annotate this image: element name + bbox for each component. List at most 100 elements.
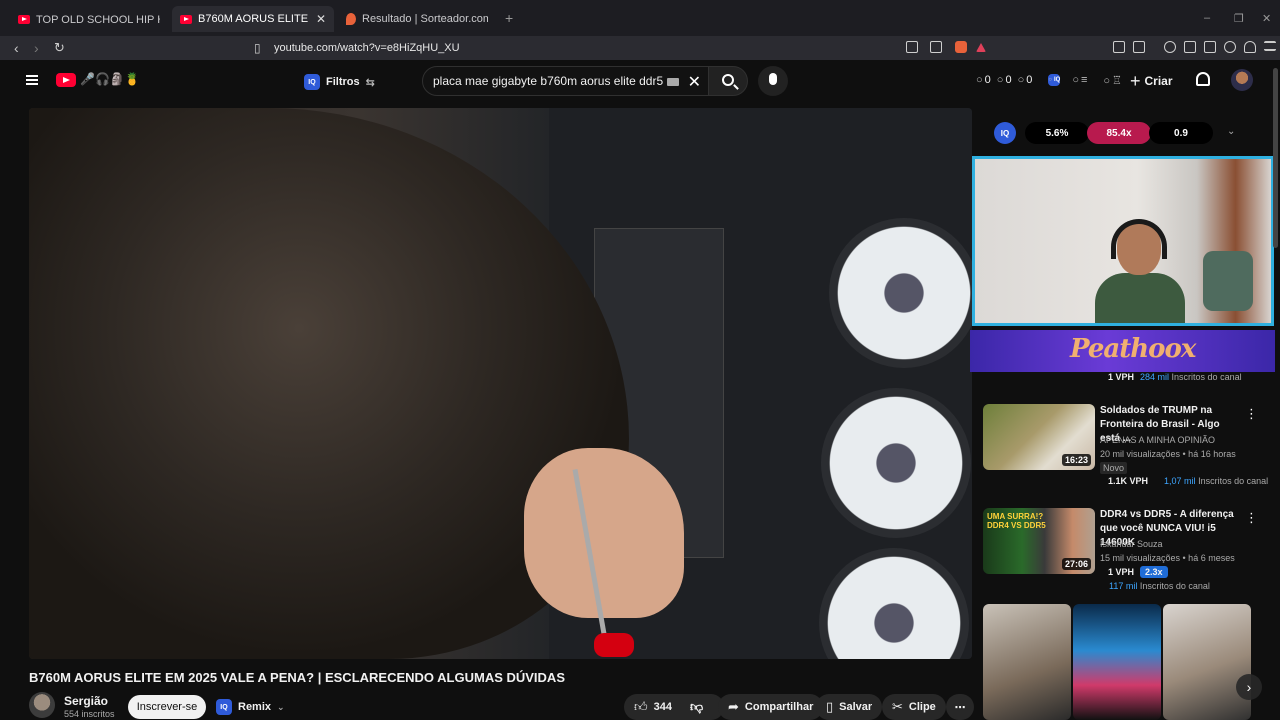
short-thumbnail[interactable] <box>983 604 1071 720</box>
rec-stats: 1 VPH 2.3x <box>1108 566 1168 578</box>
browser-tabbar: TOP OLD SCHOOL HIP HOP🔥🔥 Ice B760M AORUS… <box>0 0 1280 36</box>
keyboard-icon[interactable] <box>667 78 679 86</box>
share-label: Compartilhar <box>744 701 814 713</box>
search-input[interactable]: placa mae gigabyte b760m aorus elite ddr… <box>422 66 710 96</box>
streamer-name: Peathoox <box>1070 334 1196 364</box>
back-icon[interactable]: ‹ <box>14 40 19 56</box>
recommendation-item[interactable]: UMA SURRA!? DDR4 VS DDR5 27:06 DDR4 vs D… <box>983 508 1273 598</box>
like-icon[interactable]: 👍︎ <box>634 699 648 715</box>
voice-search-icon[interactable] <box>758 66 788 96</box>
sliders-icon: ⇆ <box>365 76 375 89</box>
dislike-icon[interactable]: 👎︎ <box>690 699 703 715</box>
clip-button[interactable]: ✂ Clipe <box>882 694 946 720</box>
hamburger-menu-icon[interactable] <box>26 75 38 85</box>
share-icon: ➦ <box>728 699 739 714</box>
save-button[interactable]: ▯ Salvar <box>816 694 883 720</box>
share-page-icon[interactable] <box>930 41 942 53</box>
like-count[interactable]: 344 <box>654 701 672 713</box>
webcam-overlay <box>972 156 1274 326</box>
notifications-bell-icon[interactable] <box>1196 72 1210 86</box>
maximize-button[interactable]: ❐ <box>1234 12 1244 25</box>
tab-sorteador[interactable]: Resultado | Sorteador.com.br - O Site <box>338 6 496 32</box>
forward-icon[interactable]: › <box>34 40 39 56</box>
close-tab-icon[interactable]: ✕ <box>316 12 326 26</box>
search-button[interactable] <box>708 66 748 96</box>
iq-icon[interactable]: IQ <box>1048 74 1061 86</box>
video-thumbnail[interactable]: 16:23 <box>983 404 1095 470</box>
trophy-icon[interactable]: ♖ <box>1103 74 1122 87</box>
page-scrollbar[interactable] <box>1273 68 1278 248</box>
rewards-icon[interactable] <box>976 43 986 52</box>
next-arrow-icon[interactable]: › <box>1236 674 1262 700</box>
short-thumbnail[interactable] <box>1073 604 1161 720</box>
share-button[interactable]: ➦ Compartilhar <box>718 694 824 720</box>
url-field[interactable]: youtube.com/watch?v=e8HiZqHU_XU <box>250 38 990 58</box>
leo-ai-icon[interactable] <box>1224 41 1236 53</box>
close-window-button[interactable]: ✕ <box>1262 12 1271 25</box>
extensions-icon[interactable] <box>1113 41 1125 53</box>
cast-icon[interactable] <box>906 41 918 53</box>
rec-channel[interactable]: APENAS A MINHA OPINIÃO <box>1100 435 1215 445</box>
tab-hiphop[interactable]: TOP OLD SCHOOL HIP HOP🔥🔥 Ice <box>10 6 168 32</box>
vpn-icon[interactable] <box>1244 41 1256 53</box>
youtube-favicon-icon <box>180 14 192 24</box>
new-tab-button[interactable]: + <box>505 10 513 26</box>
recommendation-item[interactable]: 16:23 Soldados de TRUMP na Fronteira do … <box>983 404 1273 504</box>
chevron-down-icon: ⌄ <box>277 701 285 712</box>
more-vert-icon[interactable]: ⋮ <box>1245 406 1258 422</box>
filters-button[interactable]: IQ Filtros ⇆ <box>304 71 375 93</box>
tab-title: B760M AORUS ELITE EM 2025 V <box>198 13 310 25</box>
rec-meta: 20 mil visualizações • há 16 horas <box>1100 449 1236 459</box>
case-fan-image <box>821 388 971 538</box>
more-vert-icon[interactable]: ⋮ <box>1245 510 1258 526</box>
video-thumbnail[interactable]: UMA SURRA!? DDR4 VS DDR5 27:06 <box>983 508 1095 574</box>
clip-label: Clipe <box>908 701 936 713</box>
tab-current-video[interactable]: B760M AORUS ELITE EM 2025 V ✕ <box>172 6 334 32</box>
channel-name[interactable]: Sergião <box>64 694 108 708</box>
stat-ratio: 0.9 <box>1149 122 1213 144</box>
extension-counters: 0 0 0 IQ ≡ ♖ <box>976 74 1122 87</box>
more-actions-button[interactable]: ⋯ <box>946 694 974 720</box>
thumbnail-text: UMA SURRA!? DDR4 VS DDR5 <box>987 512 1046 530</box>
list-icon[interactable]: ≡ <box>1072 74 1087 87</box>
sidebar-icon[interactable] <box>1184 41 1196 53</box>
extension-icon[interactable] <box>1133 41 1145 53</box>
counter: 0 <box>997 74 1011 87</box>
stat-multiplier: 85.4x <box>1087 122 1151 144</box>
clear-search-icon[interactable]: ✕ <box>688 72 701 92</box>
vph-value: 1 VPH <box>1108 567 1135 577</box>
youtube-logo-icon[interactable] <box>56 73 76 87</box>
chevron-down-icon[interactable]: ⌄ <box>1227 126 1235 137</box>
stat-percentage: 5.6% <box>1025 122 1089 144</box>
case-fan-image <box>829 218 972 368</box>
subs-label: Inscritos do canal <box>1198 476 1269 486</box>
menu-icon[interactable] <box>1264 41 1276 51</box>
tab-title: Resultado | Sorteador.com.br - O Site <box>362 13 488 25</box>
create-button[interactable]: + Criar <box>1130 70 1173 92</box>
minimize-button[interactable]: – <box>1204 12 1210 24</box>
streamer-banner: Peathoox <box>970 330 1275 372</box>
scissors-icon: ✂ <box>892 699 903 714</box>
user-avatar[interactable] <box>1231 69 1253 91</box>
wallet-icon[interactable] <box>1204 41 1216 53</box>
video-player[interactable] <box>29 108 972 659</box>
video-duration: 16:23 <box>1061 454 1091 466</box>
youtube-favicon-icon <box>18 14 30 24</box>
rec-channel[interactable]: Iskandar Souza <box>1100 539 1163 549</box>
filters-label: Filtros <box>326 76 360 88</box>
new-badge: Novo <box>1100 462 1128 474</box>
remix-button[interactable]: IQ Remix ⌄ <box>216 696 285 718</box>
screwdriver-handle-image <box>594 633 634 657</box>
reload-icon[interactable]: ↻ <box>54 40 65 56</box>
rec-subs-row: 117 mil Inscritos do canal <box>1109 581 1210 591</box>
streamer-body <box>1095 273 1185 323</box>
iq-stats-icon[interactable]: IQ <box>994 122 1016 144</box>
channel-avatar[interactable] <box>29 692 55 718</box>
brave-shields-icon[interactable] <box>955 41 967 53</box>
short-thumbnail[interactable] <box>1163 604 1251 720</box>
music-icon[interactable] <box>1164 41 1176 53</box>
channel-subscribers: 554 inscritos <box>64 709 115 719</box>
tab-title: TOP OLD SCHOOL HIP HOP🔥🔥 Ice <box>36 13 160 26</box>
chairs-image <box>1203 251 1253 311</box>
subscribe-button[interactable]: Inscrever-se <box>128 695 206 719</box>
